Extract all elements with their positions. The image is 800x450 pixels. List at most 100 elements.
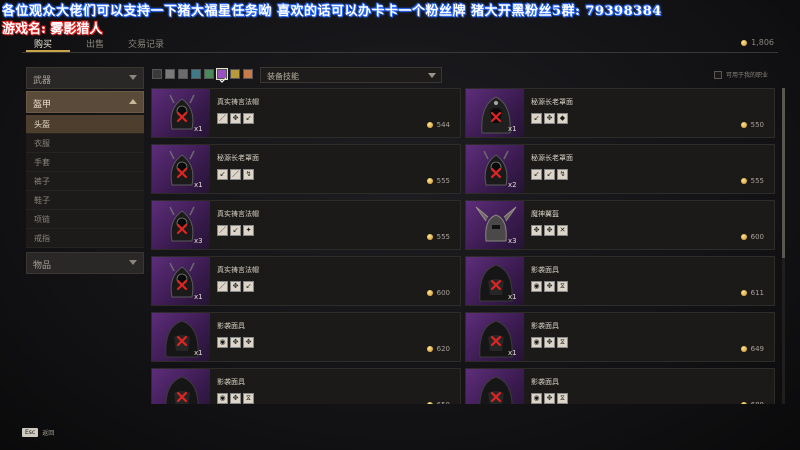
- subcategory-clothes[interactable]: 衣服: [26, 134, 144, 153]
- skill-icon[interactable]: ↙: [230, 225, 241, 236]
- skill-icon[interactable]: ✥: [531, 225, 542, 236]
- item-quantity: x1: [194, 293, 203, 301]
- skill-icon[interactable]: ／: [217, 281, 228, 292]
- skill-icon[interactable]: ↙: [217, 169, 228, 180]
- skill-icon[interactable]: ↙: [243, 281, 254, 292]
- skill-icon[interactable]: ✥: [544, 337, 555, 348]
- skill-icon[interactable]: ⧖: [557, 393, 568, 404]
- tab-sell[interactable]: 出售: [86, 37, 104, 50]
- skill-icon[interactable]: ◉: [531, 393, 542, 404]
- stream-banner-text: 各位观众大佬们可以支持一下猪大福星任务呦 喜欢的话可以办卡卡一个粉丝牌 猪大开黑…: [2, 4, 662, 19]
- listing-card[interactable]: x1影袭面具◉✥⧖650: [151, 368, 461, 404]
- rarity-swatch[interactable]: [191, 69, 201, 79]
- item-price: 600: [750, 233, 764, 241]
- skill-icon[interactable]: ✦: [243, 225, 254, 236]
- skill-icon[interactable]: ✥: [544, 113, 555, 124]
- listing-card[interactable]: x1 影袭面具 ◉ ✥ ⧖ 611: [465, 256, 775, 306]
- rarity-swatch[interactable]: [230, 69, 240, 79]
- skill-icon[interactable]: ↙: [531, 169, 542, 180]
- skill-icon[interactable]: ◉: [217, 393, 228, 404]
- listing-card[interactable]: x3 真实祷言法帽 ／ ↙ ✦ 555: [151, 200, 461, 250]
- skill-icon[interactable]: ⧖: [557, 281, 568, 292]
- skill-icon-row: ◉ ✥ ⧖: [531, 281, 568, 292]
- item-price: 555: [750, 177, 764, 185]
- skill-icon[interactable]: ⧖: [243, 393, 254, 404]
- gold-coin-icon: [426, 122, 433, 128]
- rarity-swatch[interactable]: [165, 69, 175, 79]
- gold-coin-icon: [426, 178, 433, 184]
- subcategory-helmet[interactable]: 头盔: [26, 115, 144, 134]
- skill-icon[interactable]: ✥: [230, 337, 241, 348]
- class-filter-label: 可用于我的职业: [726, 72, 769, 79]
- esc-key-icon[interactable]: Esc: [22, 428, 39, 437]
- listing-card[interactable]: x1 影袭面具 ◉ ✥ ⧖ 649: [465, 312, 775, 362]
- rarity-swatch[interactable]: [178, 69, 188, 79]
- skill-icon[interactable]: ／: [230, 169, 241, 180]
- category-sidebar: 武器 盔甲 头盔 衣服 手套 裤子 鞋子 项链 戒指 物品: [26, 67, 144, 276]
- price-tag: 620: [426, 345, 450, 353]
- rarity-swatch[interactable]: [243, 69, 253, 79]
- skill-icon[interactable]: ◉: [531, 337, 542, 348]
- listing-card[interactable]: x1 影袭面具 ◉ ✥ ✥ 620: [151, 312, 461, 362]
- skill-icon[interactable]: ✥: [544, 393, 555, 404]
- listing-card[interactable]: x1影袭面具◉✥⧖688: [465, 368, 775, 404]
- tab-trade-history[interactable]: 交易记录: [128, 37, 164, 50]
- class-filter-toggle[interactable]: 可用于我的职业: [714, 70, 768, 79]
- price-tag: 555: [426, 177, 450, 185]
- category-armor[interactable]: 盔甲: [26, 91, 144, 113]
- category-items[interactable]: 物品: [26, 252, 144, 274]
- skill-icon[interactable]: ◆: [557, 113, 568, 124]
- price-tag: 688: [740, 401, 764, 404]
- listing-card[interactable]: x1 真实祷言法帽 ／ ✥ ↙ 600: [151, 256, 461, 306]
- gold-coin-icon: [741, 39, 748, 46]
- rarity-swatch[interactable]: [152, 69, 162, 79]
- skill-icon[interactable]: ◉: [217, 337, 228, 348]
- skill-icon[interactable]: ◉: [531, 281, 542, 292]
- skill-icon[interactable]: ↯: [557, 169, 568, 180]
- rarity-swatch[interactable]: [216, 68, 228, 83]
- skill-icon[interactable]: ／: [217, 113, 228, 124]
- price-tag: 649: [740, 345, 764, 353]
- skill-icon[interactable]: ✥: [243, 337, 254, 348]
- check-icon: [219, 77, 227, 83]
- subcategory-shoes[interactable]: 鞋子: [26, 191, 144, 210]
- skill-icon[interactable]: ↯: [243, 169, 254, 180]
- subcategory-gloves[interactable]: 手套: [26, 153, 144, 172]
- listing-card[interactable]: x3 魔神翼盔 ✥ ✥ ✕ 600: [465, 200, 775, 250]
- skill-icon-row: ／ ✥ ↙: [217, 281, 254, 292]
- skill-icon[interactable]: ✥: [544, 281, 555, 292]
- skill-icon[interactable]: ⧖: [557, 337, 568, 348]
- skill-icon[interactable]: ✕: [557, 225, 568, 236]
- skill-icon-row: ／ ✥ ↙: [217, 113, 254, 124]
- subcategory-ring[interactable]: 戒指: [26, 229, 144, 248]
- subcategory-necklace[interactable]: 项链: [26, 210, 144, 229]
- item-name: 影袭面具: [217, 378, 245, 386]
- skill-icon[interactable]: ✥: [230, 281, 241, 292]
- gold-balance: 1,806: [741, 38, 774, 47]
- listing-card[interactable]: x1 秘源长老罩面 ↙ ／ ↯ 555: [151, 144, 461, 194]
- listing-card[interactable]: x1 秘源长老罩面 ↙ ✥ ◆ 550: [465, 88, 775, 138]
- class-filter-checkbox[interactable]: [714, 70, 722, 79]
- skill-icon[interactable]: ✥: [230, 113, 241, 124]
- item-quantity: x1: [508, 125, 517, 133]
- gold-coin-icon: [740, 402, 747, 404]
- category-weapons[interactable]: 武器: [26, 67, 144, 89]
- item-name: 秘源长老罩面: [217, 154, 259, 162]
- skill-icon[interactable]: ✥: [544, 225, 555, 236]
- skill-icon[interactable]: ／: [217, 225, 228, 236]
- skill-icon[interactable]: ✥: [230, 393, 241, 404]
- scrollbar-thumb[interactable]: [782, 88, 785, 258]
- helmet-icon: [479, 376, 513, 404]
- skill-icon[interactable]: ↙: [531, 113, 542, 124]
- rarity-swatch[interactable]: [204, 69, 214, 79]
- skill-icon[interactable]: ↙: [544, 169, 555, 180]
- listing-card[interactable]: x1 真实祷言法帽 ／ ✥ ↙ 544: [151, 88, 461, 138]
- price-tag: 550: [740, 121, 764, 129]
- subcategory-pants[interactable]: 裤子: [26, 172, 144, 191]
- skill-icon[interactable]: ↙: [243, 113, 254, 124]
- tab-buy[interactable]: 购买: [34, 37, 52, 50]
- gold-coin-icon: [740, 234, 747, 240]
- gold-coin-icon: [740, 178, 747, 184]
- equipment-skill-dropdown[interactable]: 装备技能: [260, 67, 442, 83]
- listing-card[interactable]: x2 秘源长老罩面 ↙ ↙ ↯ 555: [465, 144, 775, 194]
